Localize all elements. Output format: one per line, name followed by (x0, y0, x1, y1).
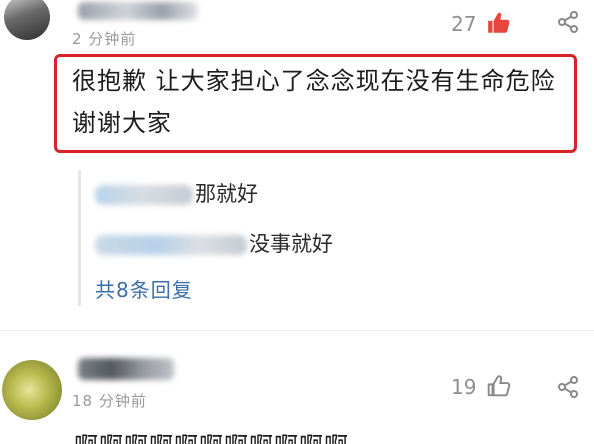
reply-item[interactable]: 那就好 (95, 178, 258, 208)
like-count: 27 (451, 12, 477, 36)
reply-item[interactable]: 没事就好 (95, 228, 333, 258)
username-blurred[interactable] (78, 2, 198, 20)
reply-username-blurred[interactable] (95, 235, 247, 255)
reply-username-blurred[interactable] (95, 185, 193, 205)
like-count: 19 (451, 375, 477, 399)
reply-text: 没事就好 (249, 232, 333, 256)
thumbs-up-icon[interactable] (486, 10, 512, 36)
reply-thread: 那就好 没事就好 共8条回复 (78, 170, 558, 306)
comment-text: 很抱歉 让大家担心了念念现在没有生命危险 谢谢大家 (72, 67, 556, 137)
thumbs-up-icon[interactable] (486, 373, 512, 399)
avatar[interactable] (4, 0, 50, 40)
username-blurred[interactable] (78, 358, 174, 380)
comment-time: 2 分钟前 (72, 30, 137, 48)
share-icon[interactable] (556, 10, 580, 34)
comment-item: 18 分钟前 19 啊啊啊啊啊啊啊啊啊啊啊 (0, 330, 594, 444)
comment-time: 18 分钟前 (72, 392, 147, 410)
reply-text: 那就好 (195, 182, 258, 206)
comment-item: 2 分钟前 27 很抱歉 让大家担心了念念现在没有生命危险 谢谢大家 那就好 没… (0, 0, 594, 330)
share-icon[interactable] (556, 375, 580, 399)
more-replies-link[interactable]: 共8条回复 (95, 274, 193, 303)
avatar[interactable] (2, 360, 62, 420)
comment-text: 啊啊啊啊啊啊啊啊啊啊啊 (74, 426, 349, 444)
